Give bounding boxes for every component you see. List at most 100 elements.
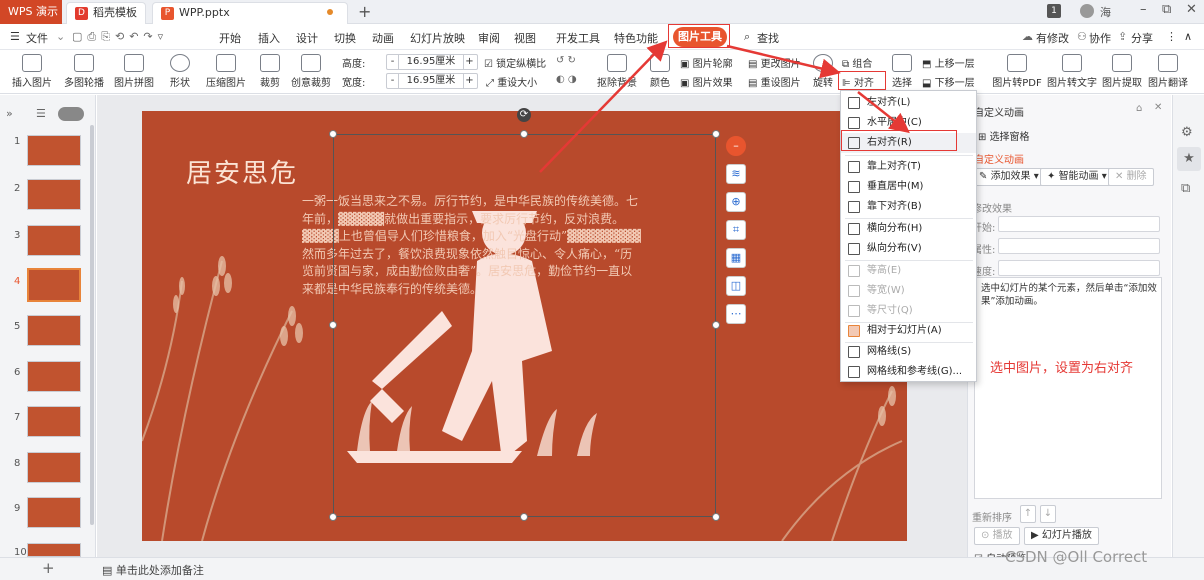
menu-features[interactable]: 特色功能 [614, 30, 658, 46]
distribute-horizontal-item[interactable]: 横向分布(H) [841, 219, 976, 239]
close-icon[interactable]: ✕ [1186, 2, 1197, 17]
add-effect-button[interactable]: ✎ 添加效果 ▾ [972, 168, 1046, 186]
menu-view[interactable]: 视图 [514, 30, 536, 46]
settings-icon[interactable]: ⚙ [1181, 125, 1193, 140]
crop-icon[interactable]: ⌗ [726, 220, 746, 240]
thumbnail-view-icon[interactable] [58, 107, 84, 121]
chevron-down-icon[interactable]: ⌄ [56, 30, 65, 43]
puzzle-button[interactable]: 图片拼图 [110, 52, 158, 89]
align-middle-item[interactable]: 垂直居中(M) [841, 177, 976, 197]
slide-thumbnail-1[interactable] [27, 135, 81, 166]
gridlines-guides-item[interactable]: 网格线和参考线(G)... [841, 362, 976, 382]
animation-list[interactable]: 选中幻灯片的某个元素，然后单击“添加效果”添加动画。 [974, 277, 1162, 499]
copy-icon[interactable]: ⧉ [1181, 181, 1190, 196]
maximize-icon[interactable]: ⧉ [1162, 2, 1171, 17]
resize-handle[interactable] [329, 321, 337, 329]
collapse-toolbar-icon[interactable]: – [726, 136, 746, 156]
menu-insert[interactable]: 插入 [258, 30, 280, 46]
width-input[interactable]: -16.95厘米 + [386, 73, 478, 89]
slide-thumbnail-4[interactable] [27, 268, 81, 302]
slide-thumbnail-7[interactable] [27, 406, 81, 437]
flip-icon[interactable]: ◐ ◑ [556, 74, 577, 85]
layers-icon[interactable]: ≋ [726, 164, 746, 184]
menu-collab[interactable]: 协作 [1089, 30, 1111, 46]
menu-transition[interactable]: 切换 [334, 30, 356, 46]
more-options-icon[interactable]: ⋯ [726, 304, 746, 324]
reset-size-button[interactable]: ⤢ 重设大小 [486, 74, 537, 89]
new-tab-button[interactable]: + [358, 2, 371, 21]
lock-ratio-checkbox[interactable]: ☑ 锁定纵横比 [484, 55, 546, 70]
rotate-button[interactable]: 旋转 [810, 52, 836, 89]
align-bottom-item[interactable]: 靠下对齐(B) [841, 197, 976, 217]
tab-wpp-pptx[interactable]: P WPP.pptx [152, 2, 348, 24]
slide-thumbnail-9[interactable] [27, 497, 81, 528]
pin-icon[interactable]: ⌂ [1136, 103, 1142, 114]
insert-picture-button[interactable]: 插入图片 [8, 52, 56, 89]
more-icon[interactable]: ⋮ [1166, 30, 1177, 43]
carousel-button[interactable]: 多图轮播 [58, 52, 110, 89]
menu-animation[interactable]: 动画 [372, 30, 394, 46]
slide-thumbnail-8[interactable] [27, 452, 81, 483]
bring-forward-button[interactable]: ⬒ 上移一层 [922, 55, 975, 70]
slideshow-button[interactable]: ▶ 幻灯片播放 [1024, 527, 1099, 545]
menu-review[interactable]: 审阅 [478, 30, 500, 46]
creative-crop-button[interactable]: 创意裁剪 [290, 52, 332, 89]
search-icon[interactable]: ⌕ [744, 30, 750, 44]
menu-start[interactable]: 开始 [219, 30, 241, 46]
picture-to-text-button[interactable]: 图片转文字 [1046, 52, 1098, 89]
avatar[interactable] [1080, 4, 1094, 18]
relative-to-slide-item[interactable]: 相对于幻灯片(A) [841, 321, 976, 341]
move-up-icon[interactable]: ↑ [1020, 505, 1036, 523]
play-button[interactable]: ⊙ 播放 [974, 527, 1020, 545]
align-top-item[interactable]: 靠上对齐(T) [841, 157, 976, 177]
add-slide-icon[interactable]: + [42, 559, 55, 577]
tab-docer-template[interactable]: D 稻壳模板 [66, 2, 146, 24]
crop-button[interactable]: 裁剪 [257, 52, 283, 89]
slide-thumbnail-6[interactable] [27, 361, 81, 392]
resize-handle[interactable] [712, 321, 720, 329]
outline-view-icon[interactable]: ☰ [36, 107, 46, 120]
move-down-icon[interactable]: ↓ [1040, 505, 1056, 523]
picture-to-pdf-button[interactable]: 图片转PDF [992, 52, 1042, 89]
slide-title[interactable]: 居安思危 [186, 153, 298, 190]
reset-picture-button[interactable]: ▤ 重设图片 [748, 74, 801, 89]
color-button[interactable]: 颜色 [645, 52, 675, 89]
menu-file[interactable]: 文件 [26, 30, 48, 46]
menu-dev-tools[interactable]: 开发工具 [556, 30, 600, 46]
resize-handle[interactable] [520, 513, 528, 521]
resize-handle[interactable] [712, 513, 720, 521]
delete-button[interactable]: ✕ 删除 [1108, 168, 1154, 186]
minimize-icon[interactable]: – [1140, 2, 1147, 17]
collapse-ribbon-icon[interactable]: ∧ [1184, 30, 1192, 43]
picture-extract-button[interactable]: 图片提取 [1100, 52, 1144, 89]
gridlines-item[interactable]: 网格线(S) [841, 342, 976, 362]
window-count-badge[interactable]: 1 [1047, 4, 1061, 18]
picture-effect-button[interactable]: ▣ 图片效果 [680, 74, 733, 89]
select-button[interactable]: 选择 [888, 52, 916, 89]
menu-search[interactable]: 查找 [757, 30, 779, 46]
slide-thumbnail-5[interactable] [27, 315, 81, 346]
group-button[interactable]: ⧉ 组合 [842, 55, 872, 70]
shape-button[interactable]: 形状 [164, 52, 196, 89]
slide-thumbnail-2[interactable] [27, 179, 81, 210]
compress-button[interactable]: 压缩图片 [205, 52, 247, 89]
select-pane-link[interactable]: ⊞ 选择窗格 [978, 128, 1030, 143]
height-input[interactable]: -16.95厘米 + [386, 54, 478, 70]
mosaic-icon[interactable]: ▦ [726, 248, 746, 268]
align-left-item[interactable]: 左对齐(L) [841, 93, 976, 113]
rotate-handle-icon[interactable]: ⟳ [517, 108, 531, 122]
resize-handle[interactable] [520, 130, 528, 138]
thumbnail-scrollbar[interactable] [90, 125, 94, 525]
replace-picture-icon[interactable]: ◫ [726, 276, 746, 296]
speed-select[interactable] [998, 260, 1160, 276]
menu-has-changes[interactable]: 有修改 [1036, 30, 1069, 46]
remove-bg-button[interactable]: 抠除背景 [597, 52, 637, 89]
smart-animation-button[interactable]: ✦ 智能动画 ▾ [1040, 168, 1114, 186]
resize-handle[interactable] [329, 513, 337, 521]
start-select[interactable] [998, 216, 1160, 232]
picture-translate-button[interactable]: 图片翻译 [1146, 52, 1190, 89]
rotate-left-icon[interactable]: ↺ ↻ [556, 55, 576, 66]
menu-design[interactable]: 设计 [296, 30, 318, 46]
star-icon[interactable]: ★ [1177, 147, 1201, 171]
close-panel-icon[interactable]: ✕ [1154, 102, 1162, 113]
